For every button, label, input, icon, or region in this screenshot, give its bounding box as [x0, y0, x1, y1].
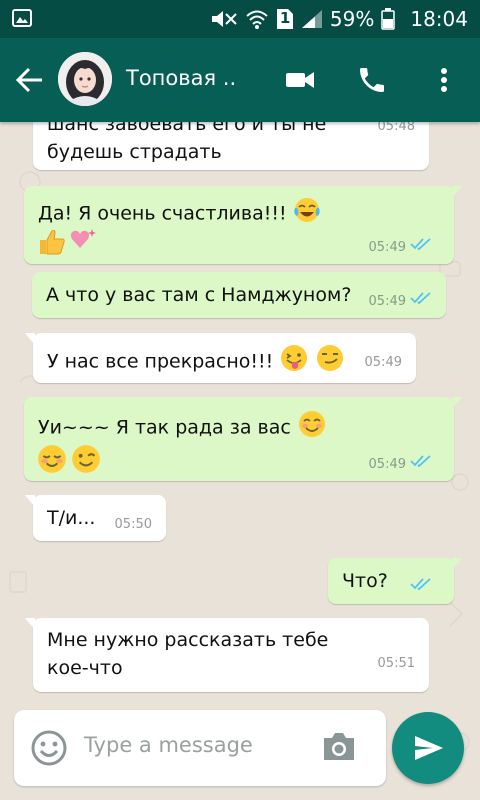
gallery-notification-icon — [12, 9, 32, 27]
message-text: кое-что — [47, 657, 123, 679]
message-text: шанс завоевать его и ты не — [47, 122, 327, 135]
message-time: 05:49 — [368, 457, 406, 472]
relieved-emoji-icon — [36, 443, 68, 483]
message-time: 05:50 — [114, 517, 152, 532]
tears-of-joy-emoji-icon — [293, 196, 321, 232]
thumbs-up-emoji-icon — [36, 226, 68, 266]
emoji-icon[interactable] — [30, 729, 68, 771]
bubble-tail — [452, 397, 462, 409]
message-text: А что у вас там с Намджуном? — [46, 284, 352, 306]
read-ticks-icon — [410, 288, 432, 316]
tongue-wink-emoji-icon — [279, 343, 309, 381]
message-placeholder: Type a message — [84, 733, 253, 757]
contact-name[interactable]: Топовая .. — [126, 66, 236, 90]
bubble-tail — [452, 558, 462, 570]
message-text: Т/и... — [47, 507, 96, 529]
chat-area[interactable]: шанс завоевать его и ты не будешь страда… — [0, 122, 480, 800]
smiling-blush-emoji-icon — [297, 409, 327, 447]
message-bubble-outgoing[interactable]: Что? — [328, 558, 462, 604]
status-bar: 1 59% 18:04 — [0, 0, 480, 38]
video-call-icon[interactable] — [284, 64, 316, 96]
wifi-icon — [245, 9, 269, 29]
message-text: У нас все прекрасно!!! — [47, 350, 274, 373]
bubble-tail — [452, 186, 462, 198]
chat-header: Топовая .. — [0, 38, 480, 122]
battery-icon — [381, 8, 396, 30]
message-input[interactable]: Type a message — [14, 710, 386, 786]
mute-icon — [210, 9, 238, 29]
bubble-tail — [25, 333, 35, 345]
battery-percent: 59% — [329, 7, 375, 31]
message-text: Мне нужно рассказать тебе — [47, 629, 329, 651]
wink-emoji-icon — [70, 443, 102, 483]
bubble-tail — [25, 618, 35, 630]
send-button[interactable] — [392, 712, 464, 784]
message-bubble-incoming[interactable]: Мне нужно рассказать тебе кое-что 05:51 — [25, 618, 429, 692]
read-ticks-icon — [410, 451, 432, 479]
message-bubble-incoming[interactable]: Т/и... 05:50 — [25, 495, 166, 541]
sim-badge: 1 — [279, 9, 291, 27]
message-time: 05:48 — [377, 122, 415, 134]
message-bubble-outgoing[interactable]: Да! Я очень счастлива!!! 05:49 — [24, 186, 462, 266]
contact-avatar[interactable] — [58, 52, 112, 106]
message-time: 05:49 — [364, 355, 402, 370]
message-time: 05:51 — [377, 656, 415, 671]
smirk-emoji-icon — [315, 343, 345, 381]
send-icon — [413, 734, 445, 766]
sparkling-heart-emoji-icon — [70, 226, 100, 266]
camera-icon[interactable] — [320, 730, 358, 768]
message-text: будешь страдать — [47, 141, 222, 163]
message-time: 05:49 — [368, 240, 406, 255]
message-time: 05:49 — [368, 294, 406, 309]
phone-icon[interactable] — [356, 64, 388, 96]
bubble-tail — [25, 495, 35, 507]
message-text: Да! Я очень счастлива!!! — [38, 202, 287, 225]
read-ticks-icon — [410, 234, 432, 262]
sim-icon: 1 — [276, 8, 294, 30]
signal-icon — [301, 9, 323, 29]
clock: 18:04 — [410, 7, 468, 31]
message-bubble-incoming[interactable]: У нас все прекрасно!!! 05:49 — [25, 333, 416, 383]
read-ticks-icon — [410, 574, 432, 602]
message-text: Уи~~~ Я так рада за вас — [38, 416, 291, 439]
back-arrow-icon[interactable] — [14, 65, 46, 95]
more-vert-icon[interactable] — [428, 64, 460, 96]
message-bubble-incoming[interactable]: шанс завоевать его и ты не будешь страда… — [33, 122, 429, 170]
message-text: Что? — [342, 570, 388, 592]
message-bubble-outgoing[interactable]: Уи~~~ Я так рада за вас 05:49 — [24, 397, 462, 483]
message-bubble-outgoing[interactable]: А что у вас там с Намджуном? 05:49 — [32, 272, 446, 318]
